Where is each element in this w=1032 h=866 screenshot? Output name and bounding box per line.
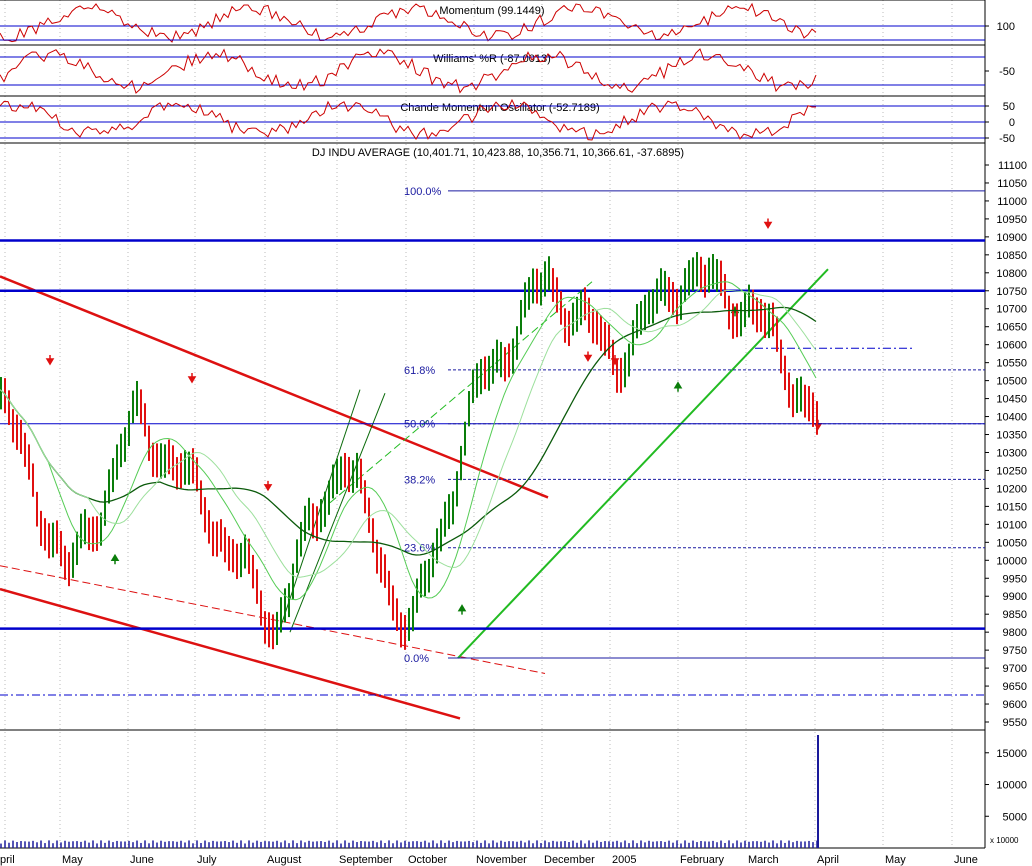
chande-title: Chande Momentum Oscillator (-52.7189) xyxy=(400,102,599,114)
x-tick-label: September xyxy=(339,854,393,866)
price-tick-label: 11100 xyxy=(998,160,1027,172)
price-tick-label: 10800 xyxy=(996,268,1027,280)
momentum-tick-label: 100 xyxy=(997,21,1015,33)
momentum-title: Momentum (99.1449) xyxy=(439,5,544,17)
chande-tick-label: 0 xyxy=(1009,117,1015,129)
price-tick-label: 9750 xyxy=(1003,645,1027,657)
price-tick-label: 9700 xyxy=(1003,663,1027,675)
x-tick-label: June xyxy=(130,854,154,866)
price-tick-label: 10450 xyxy=(996,394,1027,406)
price-tick-label: 10900 xyxy=(996,232,1027,244)
stock-chart: Momentum (99.1449) Williams' %R (-87.001… xyxy=(0,0,1032,866)
price-tick-label: 9800 xyxy=(1003,627,1027,639)
x-tick-label: July xyxy=(197,854,217,866)
price-tick-label: 10350 xyxy=(996,430,1027,442)
price-tick-label: 10200 xyxy=(996,483,1027,495)
price-tick-label: 10950 xyxy=(996,214,1027,226)
chande-panel: Chande Momentum Oscillator (-52.7189) xyxy=(400,102,599,114)
momentum-panel: Momentum (99.1449) xyxy=(439,5,544,17)
x-tick-label: December xyxy=(544,854,595,866)
fib-label: 50.0% xyxy=(404,419,435,431)
price-tick-label: 11050 xyxy=(997,178,1027,190)
price-tick-label: 10600 xyxy=(996,340,1027,352)
price-tick-label: 9550 xyxy=(1003,717,1027,729)
fib-label: 38.2% xyxy=(404,474,435,486)
price-tick-label: 10050 xyxy=(996,537,1027,549)
price-tick-label: 10850 xyxy=(996,250,1027,262)
price-tick-label: 10400 xyxy=(996,412,1027,424)
x-tick-label: pril xyxy=(0,854,15,866)
price-tick-label: 10250 xyxy=(996,465,1027,477)
price-tick-label: 9900 xyxy=(1003,591,1027,603)
price-tick-label: 10100 xyxy=(996,519,1027,531)
x-tick-label: November xyxy=(476,854,527,866)
price-tick-label: 10150 xyxy=(996,501,1027,513)
price-tick-label: 10500 xyxy=(996,376,1027,388)
price-tick-label: 9650 xyxy=(1003,681,1027,693)
fib-label: 0.0% xyxy=(404,653,429,665)
x-tick-label: October xyxy=(408,854,447,866)
x-tick-label: August xyxy=(267,854,301,866)
x-tick-label: May xyxy=(62,854,83,866)
price-tick-label: 10000 xyxy=(996,555,1027,567)
chande-tick-label: -50 xyxy=(999,133,1015,145)
fib-label: 61.8% xyxy=(404,365,435,377)
price-tick-label: 10650 xyxy=(996,322,1027,334)
price-tick-label: 10300 xyxy=(996,447,1027,459)
price-tick-label: 10750 xyxy=(996,286,1027,298)
price-tick-label: 9850 xyxy=(1003,609,1027,621)
price-tick-label: 10550 xyxy=(996,358,1027,370)
x-tick-label: March xyxy=(748,854,779,866)
chande-tick-label: 50 xyxy=(1003,101,1015,113)
x-tick-label: May xyxy=(885,854,906,866)
x-tick-label: June xyxy=(954,854,978,866)
x-tick-label: April xyxy=(817,854,839,866)
williams-tick-label: -50 xyxy=(999,66,1015,78)
price-title: DJ INDU AVERAGE (10,401.71, 10,423.88, 1… xyxy=(312,147,684,159)
price-tick-label: 9950 xyxy=(1003,573,1027,585)
price-tick-label: 11000 xyxy=(997,196,1027,208)
fib-label: 100.0% xyxy=(404,186,442,198)
volume-tick-label: 15000 xyxy=(996,748,1027,760)
price-tick-label: 9600 xyxy=(1003,699,1027,711)
x-tick-label: 2005 xyxy=(612,854,636,866)
x-tick-label: February xyxy=(680,854,725,866)
price-tick-label: 10700 xyxy=(996,304,1027,316)
price-panel: DJ INDU AVERAGE (10,401.71, 10,423.88, 1… xyxy=(312,147,684,159)
volume-panel: x 10000 xyxy=(990,836,1019,845)
volume-tick-label: 5000 xyxy=(1003,811,1027,823)
volume-unit-label: x 10000 xyxy=(990,836,1019,845)
volume-tick-label: 10000 xyxy=(996,780,1027,792)
